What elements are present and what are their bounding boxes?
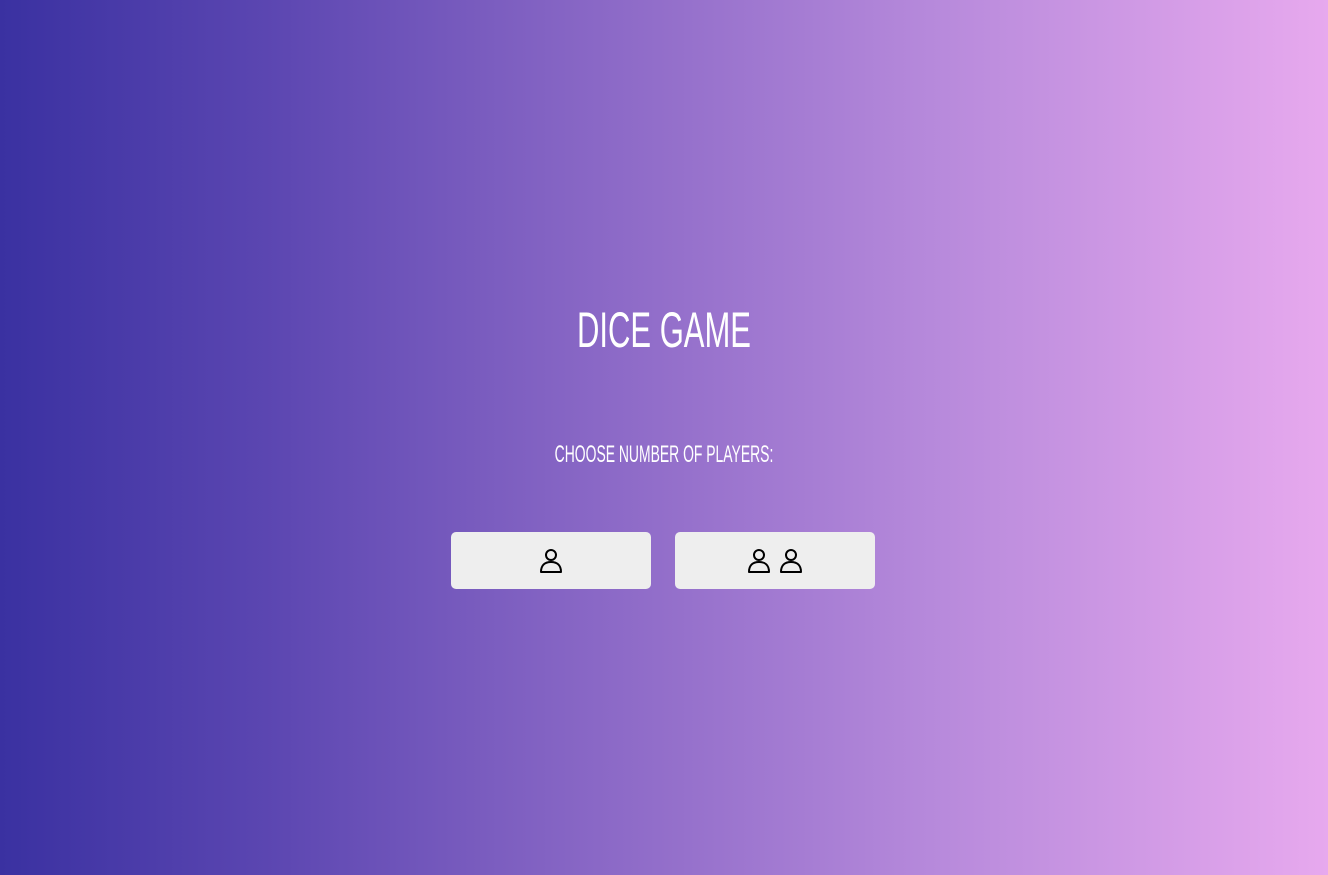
person-icon: [539, 548, 563, 574]
choose-players-label: CHOOSE NUMBER OF PLAYERS:: [554, 441, 774, 468]
page-title: DICE GAME: [577, 302, 751, 358]
person-icon: [747, 548, 771, 574]
person-icon: [779, 548, 803, 574]
one-player-button[interactable]: [451, 532, 651, 589]
two-players-button[interactable]: [675, 532, 875, 589]
